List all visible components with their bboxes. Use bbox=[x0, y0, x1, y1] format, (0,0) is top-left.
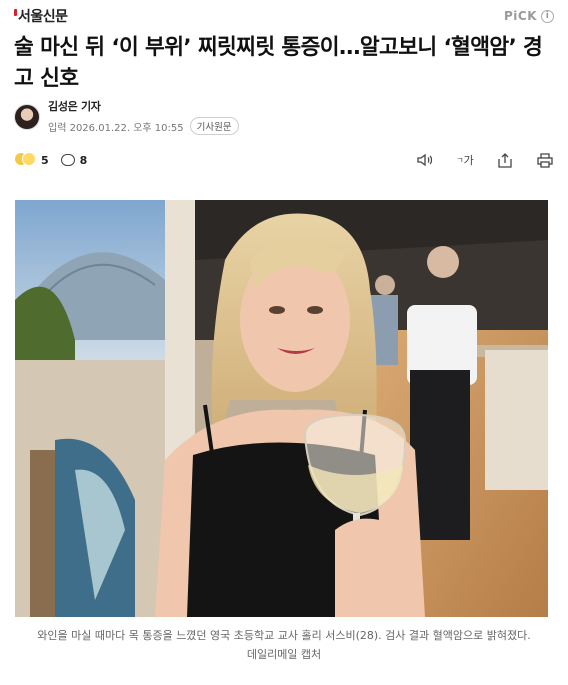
info-circle-icon[interactable]: i bbox=[541, 9, 554, 23]
reaction-emoji-icon bbox=[14, 152, 36, 168]
reaction-button[interactable]: 5 bbox=[14, 152, 49, 168]
print-icon[interactable] bbox=[536, 151, 554, 169]
logo-mark-icon bbox=[14, 8, 17, 16]
comment-icon bbox=[60, 154, 75, 166]
publisher-name: 서울신문 bbox=[18, 9, 68, 25]
caption-line-1: 와인을 마실 때마다 목 통증을 느꼈던 영국 초등학교 교사 홀리 서스비(2… bbox=[37, 629, 531, 642]
speaker-icon[interactable] bbox=[416, 151, 434, 169]
article-photo[interactable] bbox=[15, 200, 548, 617]
comment-count: 8 bbox=[79, 153, 88, 167]
publish-date: 입력 2026.01.22. 오후 10:55 bbox=[48, 122, 184, 134]
pick-label: PiCK bbox=[503, 9, 537, 23]
photo-caption: 와인을 마실 때마다 목 통증을 느꼈던 영국 초등학교 교사 홀리 서스비(2… bbox=[20, 626, 548, 664]
reporter-avatar[interactable] bbox=[14, 103, 40, 130]
reaction-count: 5 bbox=[41, 153, 49, 167]
article-title: 술 마신 뒤 ‘이 부위’ 찌릿찌릿 통증이…알고보니 ‘혈액암’ 경고 신호 bbox=[14, 35, 543, 91]
caption-line-2: 데일리메일 캡처 bbox=[246, 648, 322, 661]
comment-button[interactable]: 8 bbox=[60, 153, 88, 167]
reporter-name[interactable]: 김성은 기자 bbox=[48, 98, 239, 114]
font-size-icon[interactable]: ㄱ가 bbox=[456, 151, 474, 169]
photo-illustration bbox=[15, 200, 548, 617]
byline: 김성은 기자 입력 2026.01.22. 오후 10:55 기사원문 bbox=[14, 98, 239, 135]
publisher-logo[interactable]: 서울신문 bbox=[14, 6, 68, 26]
share-icon[interactable] bbox=[496, 151, 514, 169]
article-toolbar: 5 8 ㄱ가 bbox=[14, 150, 554, 170]
original-article-button[interactable]: 기사원문 bbox=[189, 117, 239, 135]
pick-badge[interactable]: PiCK i bbox=[504, 9, 554, 23]
top-bar: 서울신문 PiCK i bbox=[14, 6, 554, 26]
font-size-label: 가 bbox=[463, 154, 474, 167]
